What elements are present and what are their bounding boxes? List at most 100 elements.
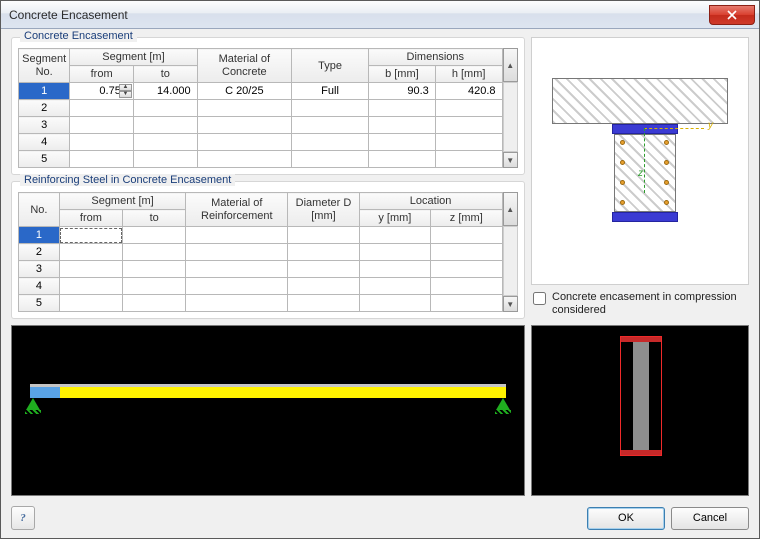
row-no[interactable]: 2 (19, 100, 70, 117)
col-material[interactable]: Material of Reinforcement (186, 193, 288, 227)
cell[interactable] (70, 100, 134, 117)
cell[interactable] (197, 117, 291, 134)
cell[interactable] (123, 227, 186, 244)
table-row[interactable]: 4 (19, 134, 503, 151)
help-button[interactable]: ? (11, 506, 35, 530)
col-y[interactable]: y [mm] (359, 210, 430, 227)
scroll-up-icon[interactable]: ▲ (503, 48, 519, 82)
chevron-down-icon[interactable]: ▼ (119, 91, 132, 98)
table-row[interactable]: 3 (19, 117, 503, 134)
col-to[interactable]: to (123, 210, 186, 227)
cell[interactable] (288, 261, 359, 278)
chevron-up-icon[interactable]: ▲ (119, 84, 132, 91)
col-segment-no[interactable]: Segment No. (19, 49, 70, 83)
cell[interactable] (123, 295, 186, 312)
col-type[interactable]: Type (292, 49, 369, 83)
col-segment[interactable]: Segment [m] (70, 49, 197, 66)
cell[interactable] (292, 151, 369, 168)
cell[interactable] (197, 134, 291, 151)
col-from[interactable]: from (59, 210, 122, 227)
col-no[interactable]: No. (19, 193, 60, 227)
cell[interactable] (292, 117, 369, 134)
table-row[interactable]: 5 (19, 151, 503, 168)
cell[interactable] (292, 100, 369, 117)
col-segment[interactable]: Segment [m] (59, 193, 185, 210)
cell[interactable] (123, 261, 186, 278)
col-z[interactable]: z [mm] (431, 210, 502, 227)
cell[interactable] (123, 278, 186, 295)
scroll-track[interactable] (503, 226, 519, 296)
cell-from[interactable]: 0.750 ▲▼ (70, 83, 134, 100)
cell[interactable] (288, 278, 359, 295)
cell[interactable] (186, 295, 288, 312)
cell-h[interactable]: 420.8 (435, 83, 502, 100)
cell[interactable] (133, 117, 197, 134)
cell-to[interactable]: 14.000 (133, 83, 197, 100)
titlebar[interactable]: Concrete Encasement (1, 1, 759, 29)
close-button[interactable] (709, 5, 755, 25)
cell[interactable] (288, 227, 359, 244)
encasement-table[interactable]: Segment No. Segment [m] Material of Conc… (18, 48, 503, 168)
cell[interactable] (431, 278, 502, 295)
row-no[interactable]: 3 (19, 117, 70, 134)
col-b[interactable]: b [mm] (369, 66, 436, 83)
cell[interactable] (186, 278, 288, 295)
cell[interactable] (59, 261, 122, 278)
table-scrollbar[interactable]: ▲ ▼ (503, 48, 519, 168)
cell[interactable] (59, 295, 122, 312)
col-diameter[interactable]: Diameter D [mm] (288, 193, 359, 227)
cell[interactable] (292, 134, 369, 151)
cell[interactable] (359, 227, 430, 244)
col-material[interactable]: Material of Concrete (197, 49, 291, 83)
cell[interactable] (359, 295, 430, 312)
row-no[interactable]: 5 (19, 151, 70, 168)
row-no[interactable]: 1 (19, 227, 60, 244)
cell[interactable] (123, 244, 186, 261)
cell[interactable] (369, 117, 436, 134)
cell[interactable] (288, 295, 359, 312)
cell[interactable] (197, 151, 291, 168)
cell[interactable] (186, 244, 288, 261)
col-to[interactable]: to (133, 66, 197, 83)
cell[interactable] (431, 244, 502, 261)
cell[interactable] (431, 227, 502, 244)
cell[interactable] (369, 151, 436, 168)
cell[interactable] (369, 134, 436, 151)
row-no[interactable]: 3 (19, 261, 60, 278)
col-dimensions[interactable]: Dimensions (369, 49, 502, 66)
cell[interactable] (435, 100, 502, 117)
cross-section-diagram[interactable]: y z (531, 37, 749, 285)
table-scrollbar[interactable]: ▲ ▼ (503, 192, 519, 312)
cell[interactable] (186, 227, 288, 244)
cell[interactable] (369, 100, 436, 117)
scroll-track[interactable] (503, 82, 519, 152)
cell[interactable] (186, 261, 288, 278)
cell[interactable] (70, 151, 134, 168)
table-row[interactable]: 3 (19, 261, 503, 278)
cancel-button[interactable]: Cancel (671, 507, 749, 530)
scroll-up-icon[interactable]: ▲ (503, 192, 519, 226)
table-row[interactable]: 2 (19, 244, 503, 261)
cell[interactable] (359, 278, 430, 295)
cell-material[interactable]: C 20/25 (197, 83, 291, 100)
cell[interactable] (70, 117, 134, 134)
table-row[interactable]: 1 0.750 ▲▼ 14.000 C 20/25 Full 90.3 420.… (19, 83, 503, 100)
cell[interactable] (359, 244, 430, 261)
ok-button[interactable]: OK (587, 507, 665, 530)
spinner[interactable]: ▲▼ (119, 84, 132, 98)
cell-b[interactable]: 90.3 (369, 83, 436, 100)
cell[interactable] (59, 244, 122, 261)
row-no[interactable]: 1 (19, 83, 70, 100)
compression-checkbox[interactable]: Concrete encasement in compression consi… (531, 285, 749, 319)
cell[interactable] (359, 261, 430, 278)
cell-type[interactable]: Full (292, 83, 369, 100)
beam-span-view[interactable] (11, 325, 525, 496)
row-no[interactable]: 4 (19, 134, 70, 151)
row-no[interactable]: 4 (19, 278, 60, 295)
cell[interactable] (431, 261, 502, 278)
cell[interactable] (133, 134, 197, 151)
cell[interactable] (435, 151, 502, 168)
scroll-down-icon[interactable]: ▼ (503, 296, 519, 312)
cell[interactable] (133, 151, 197, 168)
steel-section-view[interactable] (531, 325, 749, 496)
